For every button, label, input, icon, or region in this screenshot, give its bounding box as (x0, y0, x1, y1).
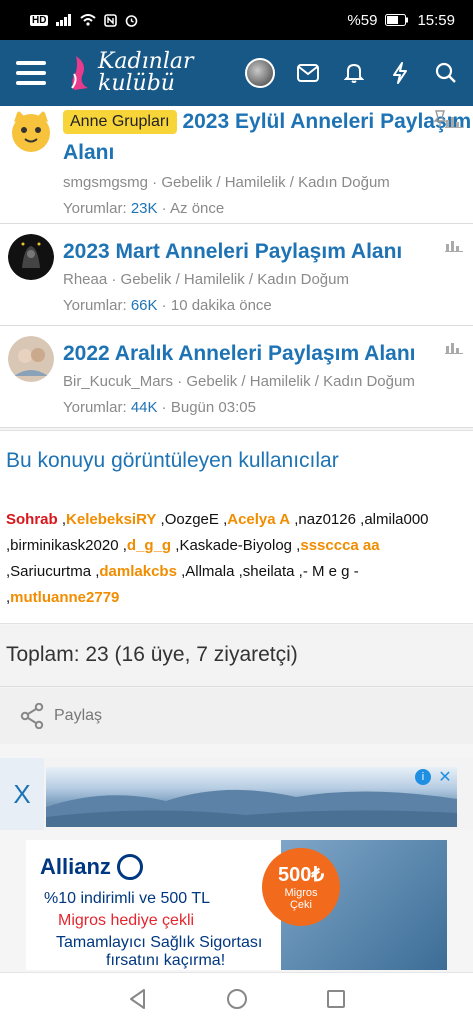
viewers-heading: Bu konuyu görüntüleyen kullanıcılar (6, 449, 339, 472)
share-label: Paylaş (54, 707, 103, 724)
nfc-icon (104, 13, 118, 27)
thread-forum[interactable]: Gebelik / Hamilelik / Kadın Doğum (161, 174, 389, 191)
viewer-user-link[interactable]: OozgeE (165, 511, 219, 528)
thread-title[interactable]: 2023 Mart Anneleri Paylaşım Alanı (63, 236, 473, 267)
clock: 15:59 (417, 11, 455, 29)
viewers-block: Bu konuyu görüntüleyen kullanıcılar Sohr… (0, 430, 473, 624)
ad-info-icon[interactable]: i (415, 769, 431, 785)
thread-time: 10 dakika önce (170, 297, 272, 314)
migros-voucher-badge: 500₺ Migros Çeki (262, 848, 340, 926)
hd-icon: HD (30, 14, 49, 26)
replies-count: 66K (130, 297, 158, 314)
thread-forum[interactable]: Gebelik / Hamilelik / Kadın Doğum (121, 271, 349, 288)
thread-item[interactable]: 2022 Aralık Anneleri Paylaşım Alanı Bir_… (0, 326, 473, 428)
replies-count: 44K (130, 399, 158, 416)
thread-author[interactable]: smgsmgsmg (63, 174, 148, 191)
thread-list: Anne Grupları 2023 Eylül Anneleri Paylaş… (0, 106, 473, 428)
home-icon[interactable] (226, 988, 248, 1010)
lightning-icon[interactable] (387, 60, 413, 86)
logo-text-line1: Kadınlar (98, 49, 194, 74)
share-button[interactable]: Paylaş (0, 688, 473, 744)
search-icon[interactable] (433, 60, 459, 86)
user-avatar[interactable] (245, 58, 275, 88)
total-count: Toplam: 23 (16 üye, 7 ziyaretçi) (0, 625, 473, 687)
stats-icon (445, 343, 463, 354)
viewer-user-link[interactable]: Acelya A (227, 511, 290, 528)
replies-count: 23K (130, 200, 158, 217)
site-logo[interactable]: Kadınlar kulübü (68, 51, 194, 95)
viewer-user-link[interactable]: Allmala (185, 563, 234, 580)
viewer-user-link[interactable]: Kaskade-Biyolog (179, 537, 292, 554)
viewer-user-link[interactable]: - M e g - (303, 563, 359, 580)
system-nav-bar (0, 972, 473, 1024)
app-header: Kadınlar kulübü (0, 40, 473, 106)
ad-line2: Migros hediye çekli (58, 912, 195, 929)
viewer-user-link[interactable]: Sohrab (6, 511, 58, 528)
stats-icon (445, 117, 463, 128)
thread-time: Az önce (170, 200, 225, 217)
ad-close-button[interactable]: X (0, 758, 44, 830)
cat-avatar (12, 110, 50, 152)
viewer-user-link[interactable]: mutluanne2779 (10, 589, 119, 606)
viewer-user-link[interactable]: sssccca aa (300, 537, 379, 554)
wifi-icon (80, 14, 97, 26)
ad-line4: fırsatını kaçırma! (106, 952, 226, 969)
poster-avatar (8, 234, 54, 280)
share-icon (20, 703, 44, 729)
replies-label: Yorumlar: (63, 200, 127, 217)
thread-time: Bugün 03:05 (170, 399, 256, 416)
viewer-user-list: Sohrab ,KelebeksiRY ,OozgeE ,Acelya A ,n… (6, 511, 429, 606)
battery-percent: %59 (347, 11, 378, 29)
ad-line1: %10 indirimli ve 500 TL (44, 890, 211, 907)
menu-icon[interactable] (16, 61, 46, 85)
ad-strip: X i ✕ (0, 758, 473, 830)
viewer-user-link[interactable]: d_g_g (127, 537, 171, 554)
bell-icon[interactable] (341, 60, 367, 86)
stats-icon (445, 241, 463, 252)
thread-forum[interactable]: Gebelik / Hamilelik / Kadın Doğum (186, 373, 414, 390)
inbox-icon[interactable] (295, 60, 321, 86)
ad-close-icon[interactable]: ✕ (437, 769, 453, 786)
logo-text-line2: kulübü (98, 71, 175, 96)
viewer-user-link[interactable]: damlakcbs (99, 563, 177, 580)
back-icon[interactable] (128, 988, 148, 1010)
recents-icon[interactable] (326, 989, 346, 1009)
viewer-user-link[interactable]: KelebeksiRY (66, 511, 156, 528)
prefix-badge[interactable]: Anne Grupları (63, 110, 177, 134)
thread-author[interactable]: Bir_Kucuk_Mars (63, 373, 173, 390)
battery-icon (385, 14, 409, 26)
thread-item[interactable]: Anne Grupları 2023 Eylül Anneleri Paylaş… (0, 106, 473, 224)
viewer-user-link[interactable]: sheilata (243, 563, 295, 580)
viewer-user-link[interactable]: Sariucurtma (10, 563, 91, 580)
thread-title[interactable]: 2022 Aralık Anneleri Paylaşım Alanı (63, 338, 473, 369)
viewer-user-link[interactable]: naz0126 (298, 511, 356, 528)
mountains-graphic (46, 789, 457, 827)
viewer-user-link[interactable]: almila000 (364, 511, 428, 528)
signal-icon (56, 14, 72, 26)
ad-landscape-image[interactable] (46, 767, 457, 827)
replies-label: Yorumlar: (63, 399, 127, 416)
replies-label: Yorumlar: (63, 297, 127, 314)
voucher-line2: Çeki (289, 899, 312, 911)
voucher-line1: Migros (284, 887, 318, 899)
viewer-user-link[interactable]: birminikask2020 (10, 537, 118, 554)
shoe-icon (71, 56, 88, 90)
thread-item[interactable]: 2023 Mart Anneleri Paylaşım Alanı Rheaa … (0, 224, 473, 326)
allianz-brand: Allianz (40, 854, 111, 879)
allianz-banner[interactable]: Allianz 500₺ Migros Çeki %10 indirimli v… (26, 840, 447, 970)
voucher-amount: 500₺ (277, 864, 325, 886)
poster-avatar (8, 336, 54, 382)
thread-author[interactable]: Rheaa (63, 271, 107, 288)
alarm-icon (126, 14, 138, 27)
status-bar: HD %59 15:59 (0, 0, 473, 40)
ad-line3: Tamamlayıcı Sağlık Sigortası (56, 934, 263, 951)
allianz-logo-icon (116, 854, 143, 880)
